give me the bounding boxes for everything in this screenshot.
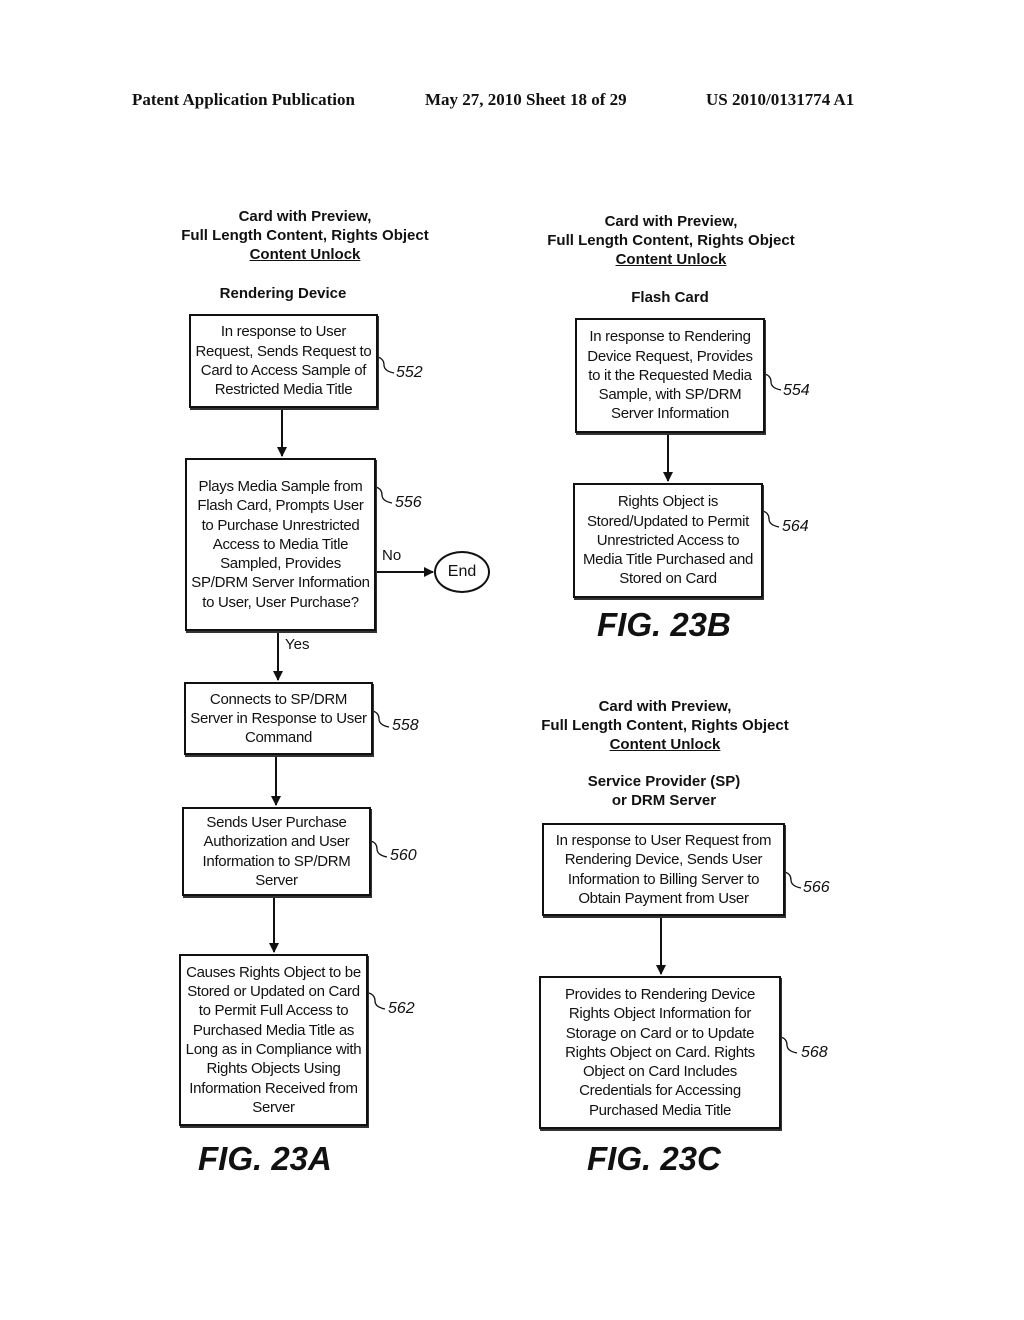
step-556-decision-box: Plays Media Sample from Flash Card, Prom… [185,458,376,631]
fig23b-actor: Flash Card [631,289,709,306]
step-552-text: In response to User Request, Sends Reque… [195,323,372,399]
ref-566: 566 [803,879,830,896]
leader-554 [764,373,782,391]
fig23a-title-line2: Full Length Content, Rights Object [181,227,429,244]
fig23c-title-line2: Full Length Content, Rights Object [541,717,789,734]
fig23c-actor-line2: or DRM Server [611,792,717,809]
fig23c-actor-line1: Service Provider (SP) [587,773,741,790]
connectors [269,356,802,1054]
fig23b-caption: FIG. 23B [597,606,731,643]
ref-556: 556 [395,494,422,511]
fig23a-actor: Rendering Device [219,285,347,302]
fig23a-title-line3: Content Unlock [249,246,361,263]
ref-560: 560 [390,847,417,864]
ref-552: 552 [396,364,423,381]
fig23c-title: Card with Preview, Full Length Content, … [541,697,788,754]
ref-564: 564 [782,518,809,535]
fig23c-title-line3: Content Unlock [609,736,721,753]
end-label: End [447,563,477,580]
leader-564 [762,510,780,528]
fig23c-actor: Service Provider (SP) or DRM Server [588,772,741,810]
step-560-text: Sends User Purchase Authorization and Us… [202,813,351,889]
step-564-text: Rights Object is Stored/Updated to Permi… [582,493,754,588]
step-568-box: Provides to Rendering Device Rights Obje… [539,976,781,1129]
fig23b-title-line2: Full Length Content, Rights Object [547,232,795,249]
step-562-box: Causes Rights Object to be Stored or Upd… [179,954,368,1126]
leader-552 [377,356,395,374]
yes-branch-label: Yes [285,636,310,653]
leader-566 [784,871,802,889]
ref-558: 558 [392,717,419,734]
leader-556 [375,486,393,504]
fig23a-title: Card with Preview, Full Length Content, … [181,207,428,264]
leader-568 [780,1036,798,1054]
fig23c-caption: FIG. 23C [587,1140,721,1177]
fig23b-title-line3: Content Unlock [615,251,727,268]
step-566-box: In response to User Request from Renderi… [542,823,785,916]
ref-562: 562 [388,1000,415,1017]
leader-558 [372,710,390,728]
step-560-box: Sends User Purchase Authorization and Us… [182,807,371,896]
step-556-text: Plays Media Sample from Flash Card, Prom… [191,477,370,611]
fig23b-title-line1: Card with Preview, [604,213,738,230]
ref-554: 554 [783,382,810,399]
no-branch-label: No [382,547,402,564]
step-554-text: In response to Rendering Device Request,… [587,328,753,423]
leader-562 [368,992,386,1010]
step-566-text: In response to User Request from Renderi… [555,831,772,907]
leader-560 [370,840,388,858]
step-558-box: Connects to SP/DRM Server in Response to… [184,682,373,755]
step-558-text: Connects to SP/DRM Server in Response to… [190,690,367,747]
step-562-text: Causes Rights Object to be Stored or Upd… [185,963,362,1116]
end-terminator: End [434,551,490,593]
fig23a-title-line1: Card with Preview, [238,208,372,225]
fig23b-title: Card with Preview, Full Length Content, … [547,212,794,269]
step-552-box: In response to User Request, Sends Reque… [189,314,378,408]
step-568-text: Provides to Rendering Device Rights Obje… [564,985,756,1119]
step-564-box: Rights Object is Stored/Updated to Permi… [573,483,763,598]
fig23a-caption: FIG. 23A [198,1140,332,1177]
fig23c-title-line1: Card with Preview, [598,698,732,715]
step-554-box: In response to Rendering Device Request,… [575,318,765,433]
ref-568: 568 [801,1044,828,1061]
